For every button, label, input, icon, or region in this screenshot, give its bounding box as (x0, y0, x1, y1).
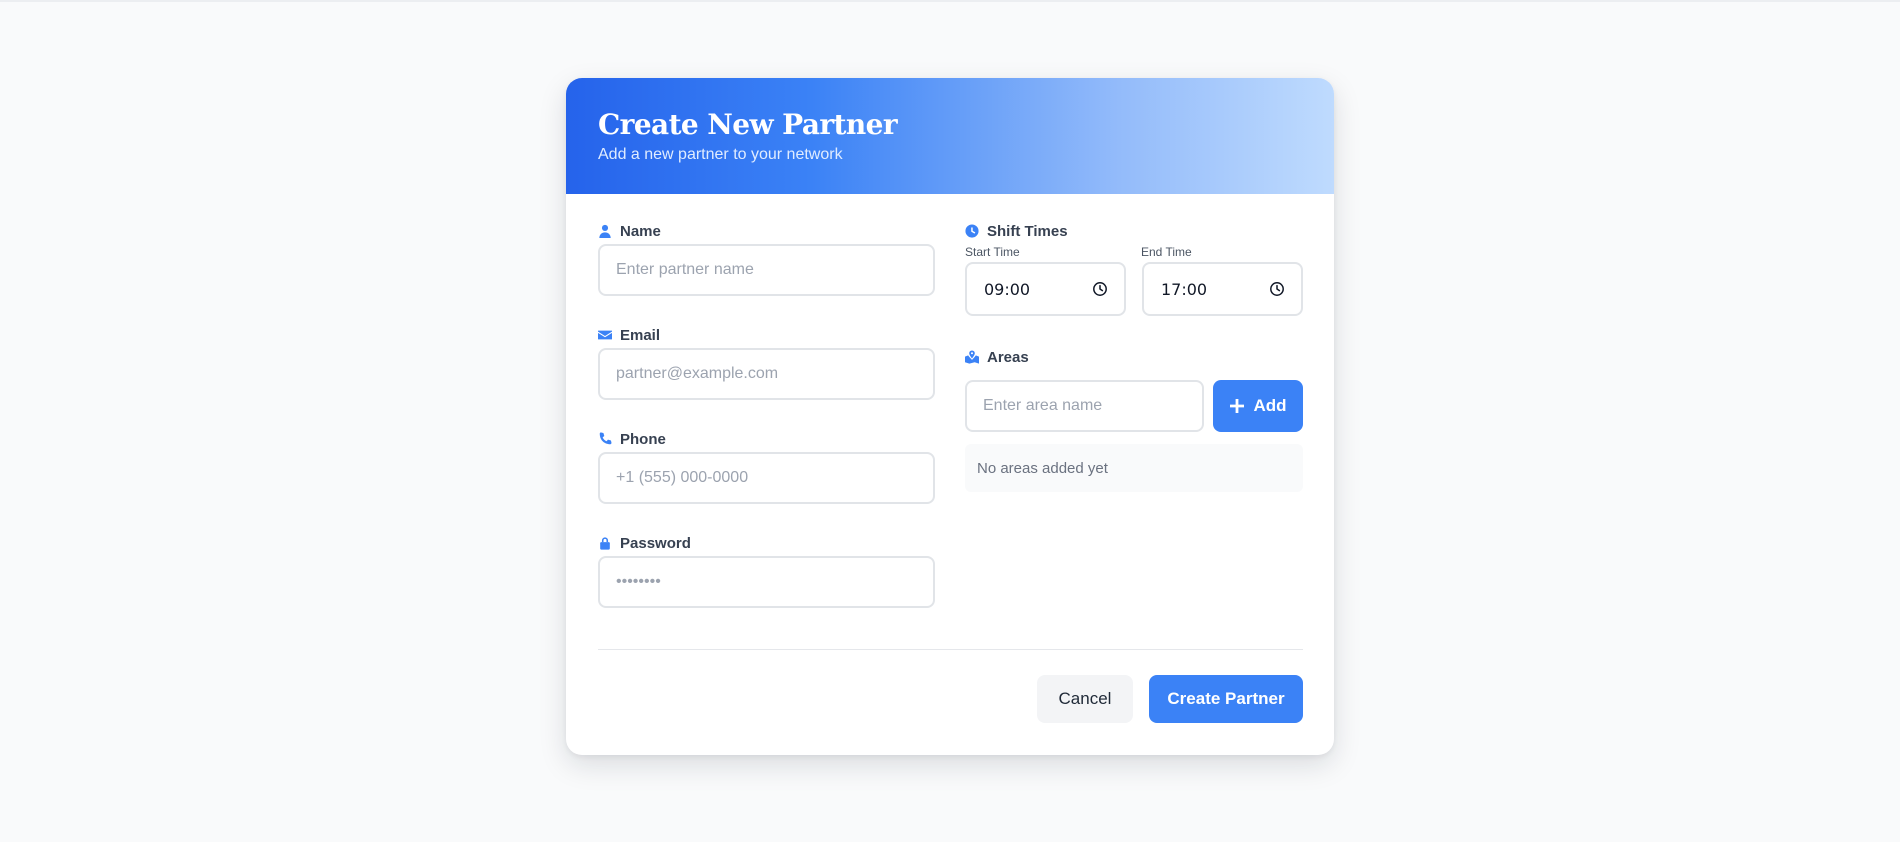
envelope-icon (598, 330, 612, 340)
page-subtitle: Add a new partner to your network (598, 146, 843, 163)
divider (598, 649, 1303, 650)
top-border (0, 0, 1900, 2)
add-area-label: Add (1253, 396, 1287, 415)
areas-label: Areas (965, 347, 1029, 367)
email-input[interactable] (598, 348, 935, 400)
end-time-input[interactable]: 17:00 (1142, 262, 1303, 316)
clock-picker-icon[interactable] (1092, 281, 1108, 297)
start-time-value: 09:00 (984, 279, 1031, 299)
shift-times-label-text: Shift Times (987, 222, 1068, 240)
shift-times-label: Shift Times (965, 221, 1068, 241)
name-input[interactable] (598, 244, 935, 296)
plus-icon (1230, 399, 1245, 413)
start-time-label: Start Time (965, 245, 1020, 259)
email-label-text: Email (620, 326, 661, 344)
areas-empty-state: No areas added yet (965, 444, 1303, 492)
phone-label-text: Phone (620, 430, 666, 448)
create-partner-card: Create New Partner Add a new partner to … (566, 78, 1334, 755)
clock-icon (965, 224, 979, 238)
phone-input[interactable] (598, 452, 935, 504)
lock-icon (600, 537, 610, 550)
cancel-button[interactable]: Cancel (1037, 675, 1133, 723)
areas-label-text: Areas (987, 348, 1029, 366)
area-name-input[interactable] (965, 380, 1204, 432)
phone-label: Phone (598, 429, 666, 449)
password-label: Password (598, 533, 691, 553)
password-input[interactable] (598, 556, 935, 608)
email-label: Email (598, 325, 660, 345)
end-time-value: 17:00 (1161, 279, 1208, 299)
card-header: Create New Partner Add a new partner to … (566, 78, 1334, 194)
map-icon (965, 350, 979, 364)
add-area-button[interactable]: Add (1213, 380, 1303, 432)
clock-picker-icon[interactable] (1269, 281, 1285, 297)
start-time-input[interactable]: 09:00 (965, 262, 1126, 316)
name-label-text: Name (620, 222, 661, 240)
name-label: Name (598, 221, 661, 241)
phone-icon (599, 432, 612, 445)
create-partner-button[interactable]: Create Partner (1149, 675, 1303, 723)
password-label-text: Password (620, 534, 691, 552)
user-icon (599, 224, 611, 238)
form-body: Name Email Phone Password Shift Times St… (566, 194, 1334, 755)
page-title: Create New Partner (598, 108, 898, 141)
end-time-label: End Time (1141, 245, 1192, 259)
